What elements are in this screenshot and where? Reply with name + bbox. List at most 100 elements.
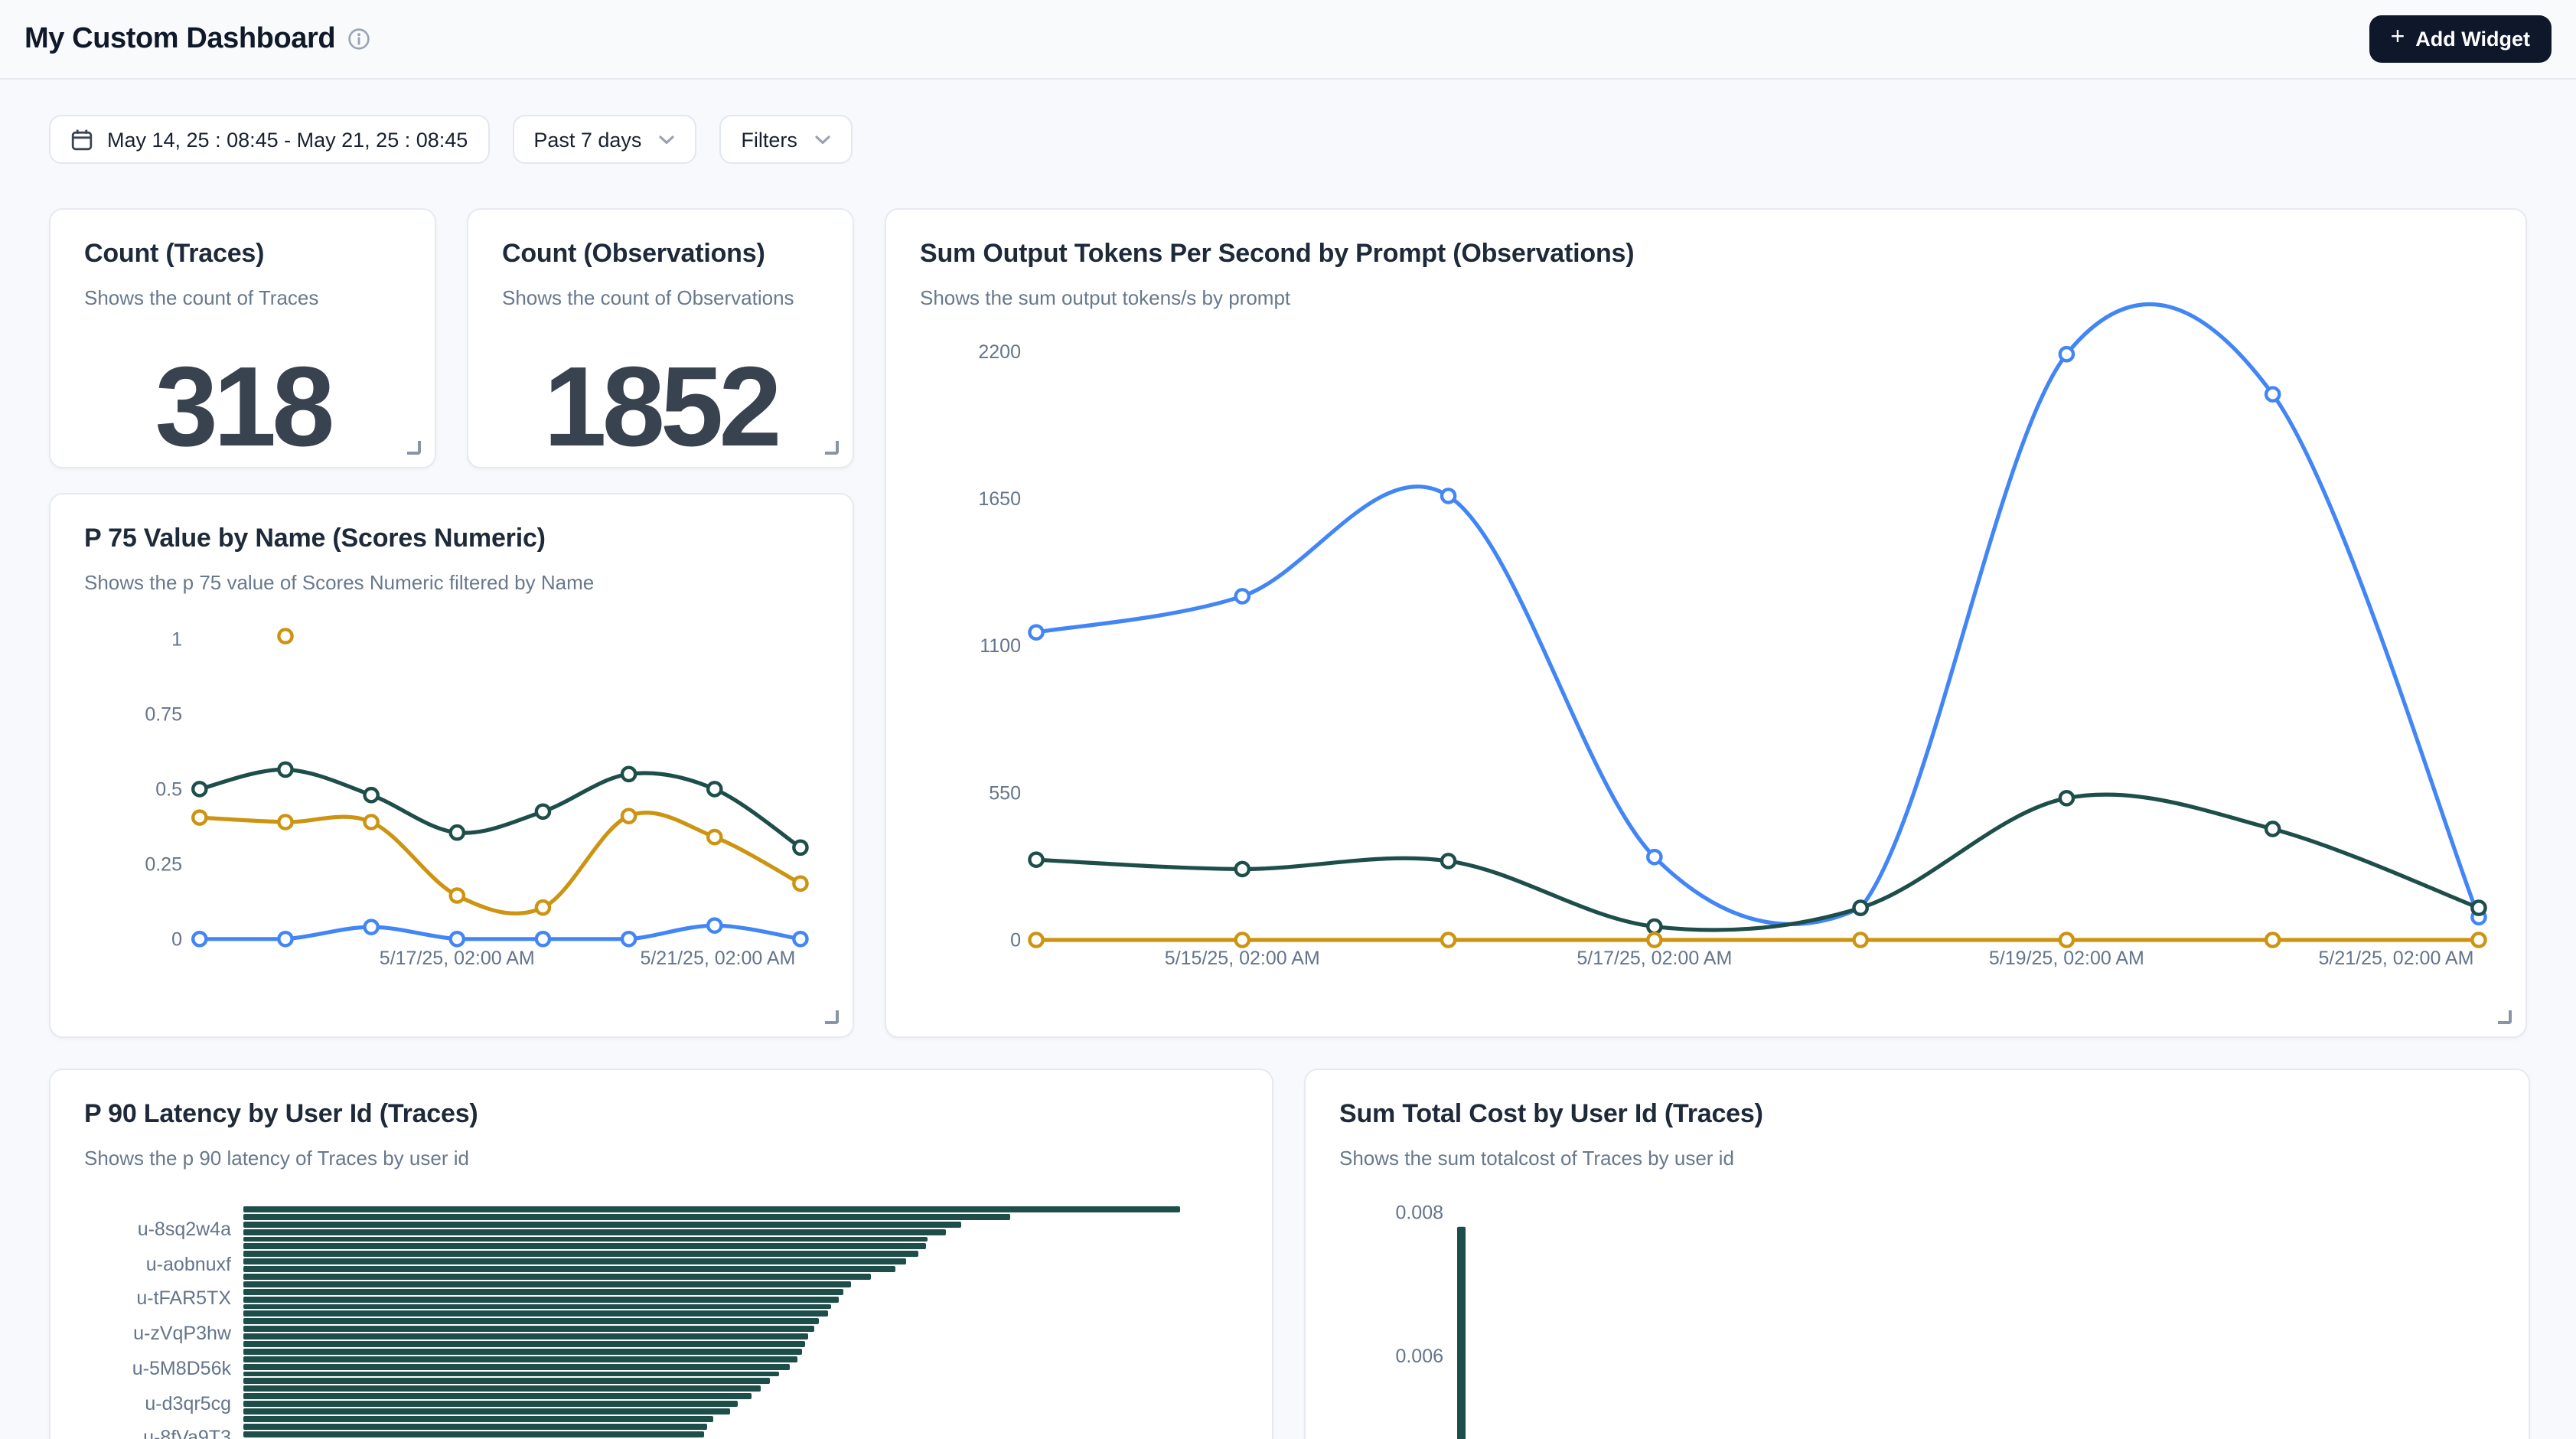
point-prompt-series-blue (1029, 626, 1042, 639)
card-p75-chart: P 75 Value by Name (Scores Numeric) Show… (49, 493, 854, 1038)
point-score-series-blue (451, 932, 464, 945)
filters-dropdown[interactable]: Filters (719, 115, 853, 164)
latency-bar (243, 1222, 962, 1228)
point-score-series-blue (622, 932, 635, 945)
point-score-series-green (193, 782, 206, 795)
p75-line-chart[interactable]: 10.750.50.2505/17/25, 02:00 AM5/21/25, 0… (51, 494, 854, 1038)
point-score-series-blue (794, 932, 807, 945)
latency-bar (243, 1416, 712, 1422)
latency-user-id-label: u-8sq2w4a (51, 1219, 231, 1240)
svg-text:5/17/25, 02:00 AM: 5/17/25, 02:00 AM (1577, 948, 1732, 969)
resize-handle-icon[interactable] (407, 441, 421, 455)
latency-bar (243, 1326, 814, 1333)
point-score-series-orange (451, 889, 464, 902)
svg-text:2200: 2200 (978, 341, 1021, 363)
point-prompt-series-orange (1029, 933, 1042, 946)
card-subtitle: Shows the p 90 latency of Traces by user… (84, 1147, 1238, 1170)
svg-text:1650: 1650 (978, 488, 1021, 510)
point-prompt-series-blue (1442, 489, 1455, 502)
svg-text:5/21/25, 02:00 AM: 5/21/25, 02:00 AM (2318, 948, 2473, 969)
calendar-icon (70, 128, 93, 151)
latency-bar (243, 1289, 844, 1295)
point-score-series-green (708, 782, 721, 795)
latency-bar (243, 1424, 707, 1430)
point-score-series-orange (365, 815, 378, 828)
point-score-series-orange (794, 877, 807, 890)
point-prompt-series-orange (1236, 933, 1249, 946)
resize-handle-icon[interactable] (825, 441, 839, 455)
point-score-series-orange (536, 901, 549, 914)
latency-bar-chart[interactable] (243, 1206, 1223, 1439)
latency-bar (243, 1296, 839, 1302)
point-score-series-green (622, 768, 635, 781)
latency-bar (243, 1341, 805, 1347)
point-prompt-series-blue (1648, 850, 1661, 863)
card-title: Count (Traces) (84, 239, 401, 269)
point-prompt-series-green (1854, 901, 1867, 914)
latency-bar (243, 1371, 778, 1377)
app-header: My Custom Dashboard + Add Widget (0, 0, 2576, 80)
point-score-series-blue (193, 932, 206, 945)
svg-text:0.75: 0.75 (145, 704, 182, 726)
latency-bar (243, 1304, 832, 1310)
latency-user-id-label: u-tFAR5TX (51, 1288, 231, 1310)
page-title: My Custom Dashboard (24, 22, 335, 56)
card-title: Count (Observations) (502, 239, 819, 269)
latency-bar (243, 1401, 738, 1407)
card-head: Count (Traces) Shows the count of Traces (51, 210, 435, 309)
svg-text:0.5: 0.5 (155, 779, 182, 801)
latency-bar (243, 1244, 925, 1250)
point-score-series-green (536, 805, 549, 818)
info-icon[interactable] (347, 28, 370, 51)
isolated-point (279, 629, 292, 642)
point-score-series-green (451, 826, 464, 839)
svg-text:550: 550 (989, 782, 1021, 804)
add-widget-label: Add Widget (2415, 28, 2530, 51)
plus-icon: + (2391, 26, 2405, 51)
point-prompt-series-green (1236, 863, 1249, 876)
line-prompt-series-green (1036, 795, 2479, 930)
card-subtitle: Shows the count of Observations (502, 286, 819, 309)
latency-user-id-label: u-5M8D56k (51, 1358, 231, 1379)
latency-user-id-label: u-8fVa9T3 (51, 1427, 231, 1439)
chevron-down-icon (814, 134, 831, 145)
add-widget-button[interactable]: + Add Widget (2369, 15, 2552, 63)
latency-bar (243, 1274, 871, 1280)
date-range-picker[interactable]: May 14, 25 : 08:45 - May 21, 25 : 08:45 (49, 115, 489, 164)
svg-text:0.008: 0.008 (1395, 1202, 1443, 1224)
latency-bar (243, 1379, 770, 1385)
svg-text:5/15/25, 02:00 AM: 5/15/25, 02:00 AM (1165, 948, 1320, 969)
count-observations-value: 1852 (468, 341, 853, 468)
latency-bar (243, 1408, 730, 1415)
svg-text:0: 0 (1010, 930, 1021, 951)
range-preset-dropdown[interactable]: Past 7 days (512, 115, 696, 164)
latency-bar (243, 1281, 851, 1287)
line-prompt-series-blue (1036, 305, 2479, 925)
latency-bar (243, 1319, 820, 1325)
point-prompt-series-orange (1648, 933, 1661, 946)
point-prompt-series-blue (2060, 348, 2073, 361)
card-cost-chart: Sum Total Cost by User Id (Traces) Shows… (1304, 1069, 2530, 1439)
card-latency-chart: P 90 Latency by User Id (Traces) Shows t… (49, 1069, 1273, 1439)
latency-bar (243, 1229, 946, 1235)
point-prompt-series-green (2472, 901, 2485, 914)
tokens-line-chart[interactable]: 2200 1650 1100 550 0 5/15/25, 02:00 AM 5/17/25… (886, 210, 2527, 1038)
resize-handle-icon[interactable] (825, 1010, 839, 1024)
point-score-series-orange (708, 830, 721, 843)
latency-bar (243, 1333, 808, 1339)
latency-bar (243, 1214, 1009, 1220)
resize-handle-icon[interactable] (2498, 1010, 2512, 1024)
point-score-series-blue (279, 932, 292, 945)
point-prompt-series-orange (2060, 933, 2073, 946)
point-score-series-orange (193, 811, 206, 824)
point-prompt-series-orange (2266, 933, 2279, 946)
svg-text:1100: 1100 (980, 635, 1021, 657)
latency-y-axis-labels: u-8sq2w4au-aobnuxfu-tFAR5TXu-zVqP3hwu-5M… (51, 1070, 231, 1439)
toolbar: May 14, 25 : 08:45 - May 21, 25 : 08:45 … (49, 115, 853, 164)
cost-bar-chart[interactable]: 0.008 0.006 (1306, 1070, 2530, 1439)
point-score-series-orange (622, 810, 635, 823)
svg-text:0: 0 (171, 928, 182, 950)
svg-text:0.006: 0.006 (1395, 1346, 1443, 1367)
point-score-series-green (365, 788, 378, 801)
card-tokens-chart: Sum Output Tokens Per Second by Prompt (… (885, 208, 2527, 1038)
